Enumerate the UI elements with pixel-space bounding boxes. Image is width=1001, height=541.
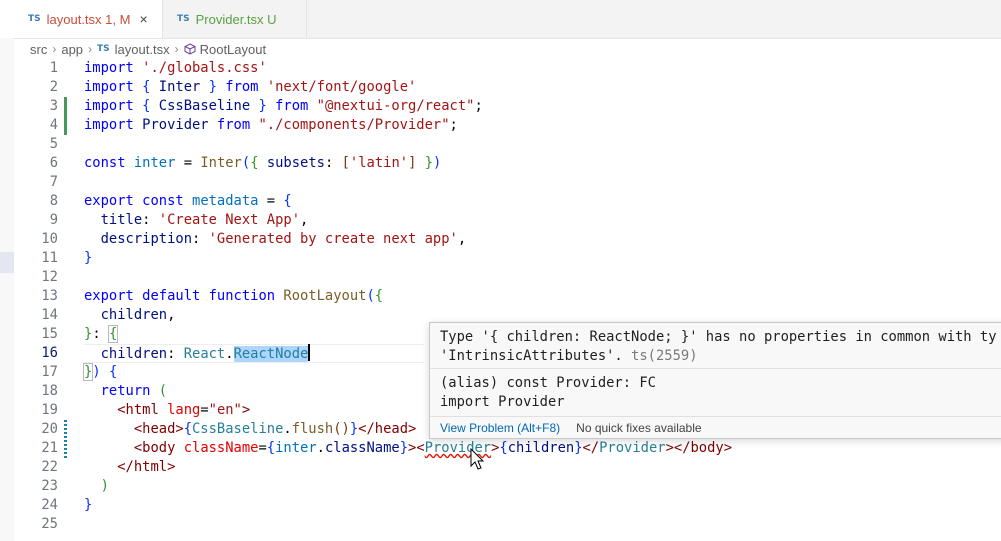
line-number: 20 xyxy=(41,421,58,437)
code-line: 25 xyxy=(14,515,1001,534)
code-line: 6 const inter = Inter({ subsets: ['latin'… xyxy=(14,154,1001,173)
breadcrumb-item-src[interactable]: src xyxy=(30,42,47,57)
code-line: 3 import { CssBaseline } from "@nextui-or… xyxy=(14,97,1001,116)
code-line: 22 </html> xyxy=(14,458,1001,477)
tab-label: Provider.tsx U xyxy=(195,11,277,27)
line-number: 12 xyxy=(41,269,58,285)
line-number: 5 xyxy=(49,136,58,152)
line-number: 15 xyxy=(41,326,58,342)
code-line: 5 xyxy=(14,135,1001,154)
code-line: 2 import { Inter } from 'next/font/google… xyxy=(14,78,1001,97)
code-line: 4 import Provider from "./components/Prov… xyxy=(14,116,1001,135)
tab-label: layout.tsx 1, M xyxy=(46,11,131,27)
tab-layout-tsx[interactable]: TS layout.tsx 1, M × xyxy=(14,0,163,38)
code-line: 7 xyxy=(14,173,1001,192)
line-number: 10 xyxy=(41,231,58,247)
line-number: 19 xyxy=(41,402,58,418)
quick-fix-note: No quick fixes available xyxy=(576,421,702,435)
view-problem-link[interactable]: View Problem (Alt+F8) xyxy=(440,421,560,435)
line-number: 25 xyxy=(41,516,58,532)
line-number: 17 xyxy=(41,364,58,380)
line-number: 24 xyxy=(41,497,58,513)
typescript-icon: TS xyxy=(97,44,110,54)
code-line: 1 import './globals.css' xyxy=(14,59,1001,78)
chevron-right-icon: › xyxy=(52,42,57,56)
code-line: 8 export const metadata = { xyxy=(14,192,1001,211)
code-line: 21 <body className={inter.className}><Pr… xyxy=(14,439,1001,458)
divider xyxy=(430,368,1001,369)
code-editor[interactable]: 1 import './globals.css' 2 import { Inter … xyxy=(14,59,1001,541)
activity-strip xyxy=(0,38,14,541)
typescript-icon: TS xyxy=(28,14,41,24)
error-code: ts(2559) xyxy=(631,348,698,364)
line-number: 4 xyxy=(49,117,58,133)
line-number: 16 xyxy=(41,345,58,361)
code-line: 9 title: 'Create Next App', xyxy=(14,211,1001,230)
text-cursor xyxy=(308,344,311,361)
line-number: 2 xyxy=(49,79,58,95)
close-icon[interactable]: × xyxy=(139,11,147,27)
code-line: 24} xyxy=(14,496,1001,515)
breadcrumb-item-symbol[interactable]: RootLayout xyxy=(200,42,267,57)
breadcrumb-item-app[interactable]: app xyxy=(61,42,83,57)
breadcrumb: src › app › TS layout.tsx › RootLayout xyxy=(30,39,266,59)
line-number: 3 xyxy=(49,98,58,114)
line-number: 9 xyxy=(49,212,58,228)
chevron-right-icon: › xyxy=(174,42,179,56)
cube-icon xyxy=(184,43,196,55)
code-line: 11} xyxy=(14,249,1001,268)
error-message: Type '{ children: ReactNode; }' has no p… xyxy=(440,329,997,364)
type-signature: (alias) const Provider: FC import Provid… xyxy=(440,375,656,410)
mouse-pointer-icon xyxy=(470,448,485,470)
typescript-icon: TS xyxy=(177,14,190,24)
line-number: 23 xyxy=(41,478,58,494)
code-line: 23 ) xyxy=(14,477,1001,496)
line-number: 18 xyxy=(41,383,58,399)
line-number: 13 xyxy=(41,288,58,304)
hover-tooltip: Type '{ children: ReactNode; }' has no p… xyxy=(429,322,1001,439)
line-number: 22 xyxy=(41,459,58,475)
line-number: 1 xyxy=(49,60,58,76)
breadcrumb-item-file[interactable]: layout.tsx xyxy=(115,42,170,57)
line-number: 11 xyxy=(41,250,58,266)
chevron-right-icon: › xyxy=(88,42,93,56)
hover-status-bar: View Problem (Alt+F8) No quick fixes ava… xyxy=(430,417,1001,439)
line-number: 14 xyxy=(41,307,58,323)
code-line: 13 export default function RootLayout({ xyxy=(14,287,1001,306)
editor-tab-bar: TS layout.tsx 1, M × TS Provider.tsx U xyxy=(14,0,1001,39)
tab-provider-tsx[interactable]: TS Provider.tsx U xyxy=(163,0,307,38)
selection-marker xyxy=(0,252,14,273)
code-line: 10 description: 'Generated by create nex… xyxy=(14,230,1001,249)
line-number: 6 xyxy=(49,155,58,171)
line-number: 21 xyxy=(41,440,58,456)
line-number: 7 xyxy=(49,174,58,190)
line-number: 8 xyxy=(49,193,58,209)
code-line: 12 xyxy=(14,268,1001,287)
